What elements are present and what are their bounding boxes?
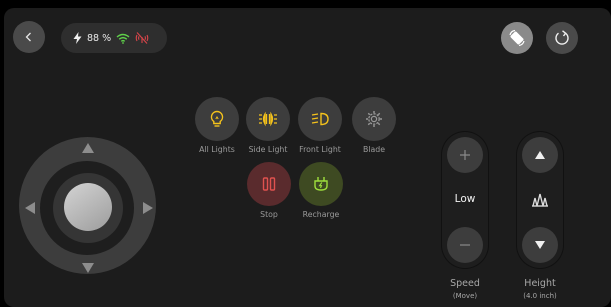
back-button[interactable] bbox=[13, 21, 45, 53]
stop-button[interactable] bbox=[247, 162, 291, 206]
speed-increase-button[interactable] bbox=[447, 137, 483, 173]
bulb-icon bbox=[210, 110, 224, 127]
status-bar: 88 % bbox=[61, 23, 167, 53]
bolt-icon bbox=[73, 32, 82, 44]
grass-icon bbox=[532, 193, 548, 207]
up-arrow-icon bbox=[535, 151, 545, 159]
blade-label: Blade bbox=[362, 145, 386, 154]
front-light-icon bbox=[311, 112, 329, 126]
speed-decrease-button[interactable] bbox=[447, 227, 483, 263]
side-light-icon bbox=[259, 111, 277, 127]
rotate-screen-button[interactable] bbox=[501, 22, 533, 54]
blade-button[interactable] bbox=[352, 97, 396, 141]
speed-value: Low bbox=[454, 193, 476, 205]
height-decrease-button[interactable] bbox=[522, 227, 558, 263]
speed-subtitle: (Move) bbox=[452, 292, 478, 300]
battery-level: 88 % bbox=[87, 32, 112, 44]
left-arrow-icon[interactable] bbox=[25, 202, 35, 214]
up-arrow-icon[interactable] bbox=[82, 143, 94, 153]
back-icon bbox=[25, 32, 31, 42]
blade-gear-icon bbox=[366, 111, 382, 127]
height-title: Height bbox=[524, 278, 556, 289]
refresh-icon bbox=[555, 30, 569, 45]
height-control bbox=[517, 132, 563, 268]
side-light-button[interactable] bbox=[246, 97, 290, 141]
stop-icon bbox=[262, 177, 276, 191]
wifi-icon bbox=[116, 33, 130, 44]
all-lights-button[interactable] bbox=[195, 97, 239, 141]
front-light-button[interactable] bbox=[298, 97, 342, 141]
right-arrow-icon[interactable] bbox=[143, 202, 153, 214]
speed-control: Low bbox=[442, 132, 488, 268]
recharge-icon bbox=[314, 177, 328, 191]
plus-icon bbox=[460, 150, 470, 160]
down-arrow-icon[interactable] bbox=[82, 263, 94, 273]
down-arrow-icon bbox=[535, 241, 545, 249]
joystick-knob[interactable] bbox=[64, 183, 112, 231]
speed-title: Speed bbox=[450, 278, 480, 289]
recharge-button[interactable] bbox=[299, 162, 343, 206]
height-subtitle: (4.0 inch) bbox=[523, 292, 557, 300]
minus-icon bbox=[460, 244, 470, 246]
rotate-screen-icon bbox=[509, 29, 525, 47]
refresh-button[interactable] bbox=[546, 22, 578, 54]
no-signal-icon bbox=[135, 32, 149, 44]
recharge-label: Recharge bbox=[302, 210, 340, 219]
height-increase-button[interactable] bbox=[522, 137, 558, 173]
